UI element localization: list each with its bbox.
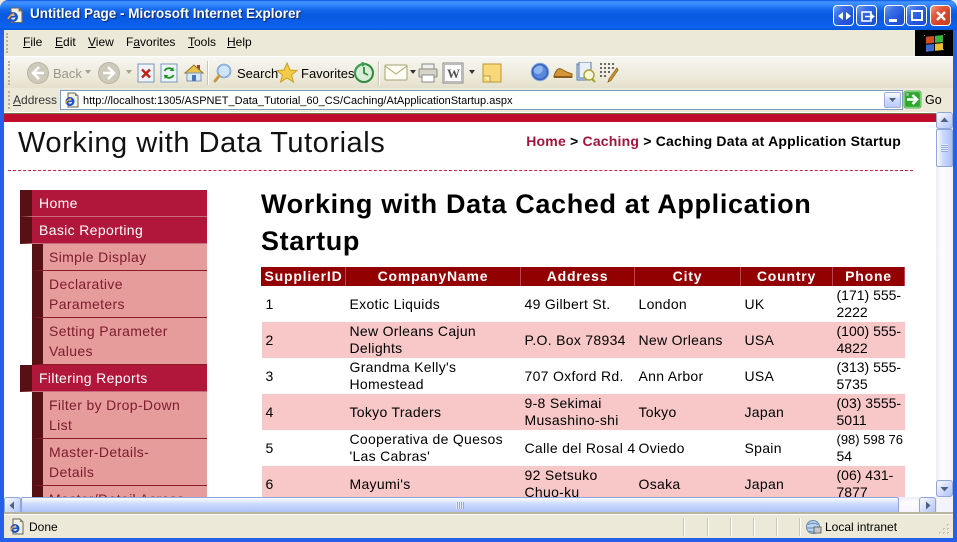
svg-text:W: W <box>447 66 460 81</box>
svg-text:Back: Back <box>53 66 82 81</box>
